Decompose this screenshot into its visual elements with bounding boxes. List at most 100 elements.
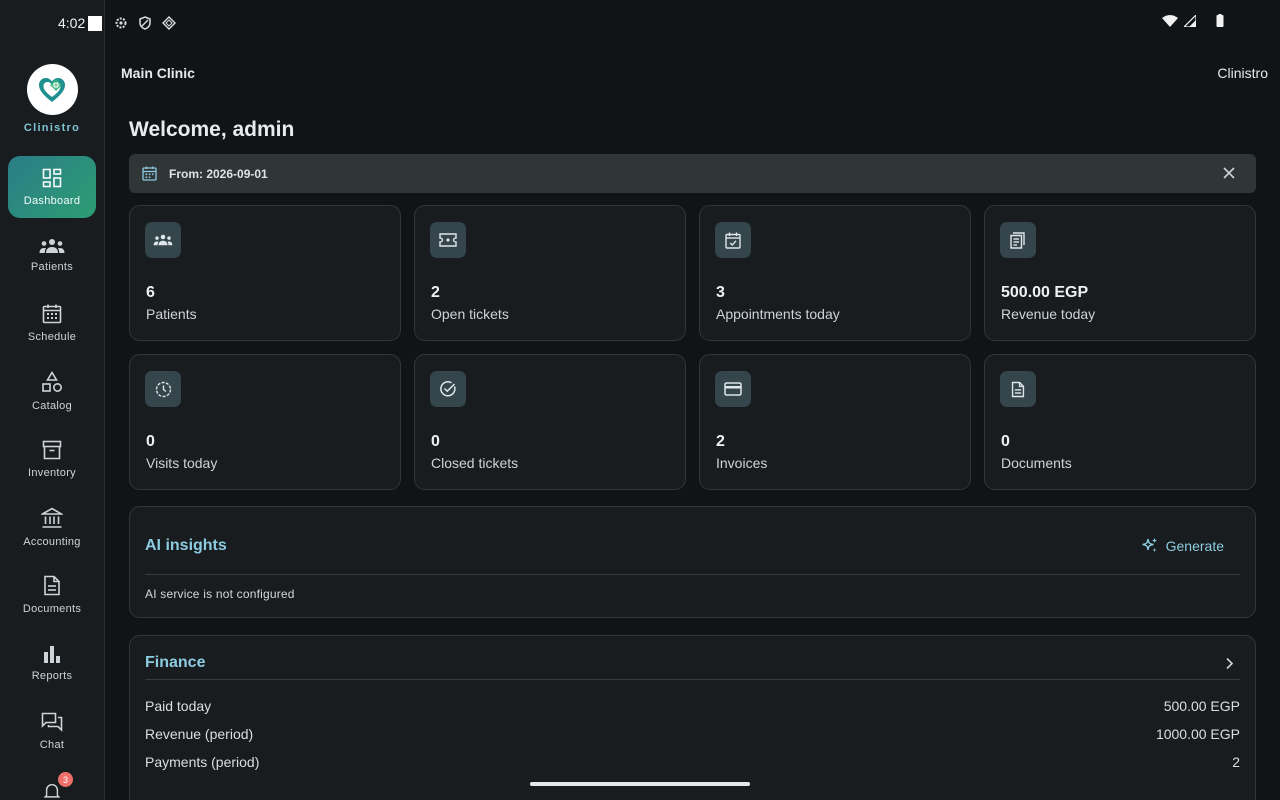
- clinic-selector[interactable]: Main Clinic: [121, 65, 195, 81]
- nav-label-reports: Reports: [31, 669, 73, 682]
- finance-panel[interactable]: Finance Paid today 500.00 EGP Revenue (p…: [129, 635, 1256, 800]
- stat-card-documents[interactable]: 0 Documents: [984, 354, 1256, 490]
- app-title: Clinistro: [1217, 65, 1268, 81]
- calendar-icon: [142, 166, 157, 181]
- nav-label-dashboard: Dashboard: [23, 194, 81, 207]
- stat-label: Closed tickets: [431, 455, 519, 471]
- gesture-home-bar[interactable]: [530, 782, 750, 786]
- divider: [145, 574, 1240, 575]
- stat-card-revenue-today[interactable]: 500.00 EGP Revenue today: [984, 205, 1256, 341]
- finance-row-label: Paid today: [145, 698, 212, 714]
- stat-label: Appointments today: [716, 306, 840, 322]
- nav-item-dashboard[interactable]: Dashboard: [8, 156, 96, 218]
- battery-icon: [1216, 14, 1224, 30]
- stat-card-patients[interactable]: 6 Patients: [129, 205, 401, 341]
- ai-insights-title: AI insights: [145, 537, 227, 554]
- receipt-icon: [1000, 222, 1036, 258]
- people-icon: [39, 238, 65, 253]
- stat-label: Open tickets: [431, 306, 509, 322]
- stat-value: 0: [1001, 433, 1010, 450]
- calendar-grid-icon: [42, 304, 62, 323]
- check-circle-icon: [430, 371, 466, 407]
- stat-card-closed-tickets[interactable]: 0 Closed tickets: [414, 354, 686, 490]
- nav-item-accounting[interactable]: Accounting: [8, 496, 96, 558]
- finance-row-value: 500.00 EGP: [1163, 698, 1240, 714]
- status-time: 4:02: [58, 15, 86, 31]
- finance-row-value: 1000.00 EGP: [1155, 726, 1240, 742]
- nav-item-reports[interactable]: Reports: [8, 632, 96, 694]
- stat-value: 500.00 EGP: [1001, 284, 1089, 301]
- finance-row-label: Payments (period): [145, 754, 260, 770]
- brand-name: Clinistro: [23, 122, 81, 134]
- nav-item-notifications[interactable]: 3: [8, 772, 96, 800]
- nav-label-accounting: Accounting: [23, 535, 81, 548]
- document-icon: [1000, 371, 1036, 407]
- nav-label-documents: Documents: [22, 603, 82, 615]
- dashboard-icon: [42, 168, 62, 187]
- document-icon: [44, 575, 60, 596]
- system-status-bar: 4:02: [0, 0, 1280, 46]
- diamond-icon: [162, 16, 177, 30]
- close-icon[interactable]: [1222, 166, 1236, 180]
- app-root: 4:02 Clinistro Dashboard Patients Schedu…: [0, 0, 1280, 800]
- nav-item-documents[interactable]: Documents: [8, 564, 96, 626]
- nav-label-catalog: Catalog: [31, 399, 72, 412]
- archive-box-icon: [42, 440, 62, 459]
- stat-value: 0: [146, 433, 155, 450]
- ai-insights-panel: AI insights Generate AI service is not c…: [129, 506, 1256, 618]
- stat-value: 2: [716, 433, 725, 450]
- finance-row-paid-today: Paid today 500.00 EGP: [145, 698, 1240, 714]
- divider: [145, 679, 1240, 680]
- calendar-check-icon: [715, 222, 751, 258]
- status-right-group: [1162, 13, 1224, 30]
- shield-icon: [138, 16, 152, 30]
- stat-label: Documents: [1001, 455, 1072, 471]
- stat-label: Invoices: [716, 455, 768, 471]
- notification-badge: 3: [58, 772, 73, 787]
- nav-label-chat: Chat: [39, 738, 65, 751]
- generate-button[interactable]: Generate: [1141, 537, 1224, 554]
- nav-item-chat[interactable]: Chat: [8, 700, 96, 762]
- nav-item-inventory[interactable]: Inventory: [8, 428, 96, 490]
- ticket-icon: [430, 222, 466, 258]
- settings-gear-icon: [114, 16, 128, 30]
- brand: Clinistro: [0, 64, 104, 134]
- nav-item-schedule[interactable]: Schedule: [8, 292, 96, 354]
- wifi-icon: [1162, 14, 1178, 30]
- nav-label-patients: Patients: [30, 260, 74, 273]
- stat-card-invoices[interactable]: 2 Invoices: [699, 354, 971, 490]
- shapes-icon: [42, 370, 63, 392]
- finance-title: Finance: [145, 654, 206, 671]
- sparkle-icon: [1142, 538, 1157, 552]
- stat-value: 6: [146, 284, 155, 301]
- generate-button-label: Generate: [1165, 537, 1224, 554]
- stat-label: Patients: [146, 306, 197, 322]
- finance-row-payments-period: Payments (period) 2: [145, 754, 1240, 770]
- cell-signal-icon: [1182, 13, 1197, 30]
- bank-icon: [41, 507, 63, 528]
- date-filter-label: From: 2026-09-01: [169, 166, 268, 181]
- bar-chart-icon: [44, 645, 60, 663]
- status-indicator: [88, 15, 103, 31]
- app-logo: [26, 64, 78, 115]
- finance-row-revenue-period: Revenue (period) 1000.00 EGP: [145, 726, 1240, 742]
- nav-label-schedule: Schedule: [27, 330, 77, 343]
- bell-icon: [43, 783, 61, 798]
- stat-value: 0: [431, 433, 440, 450]
- page-title: Welcome, admin: [129, 118, 295, 141]
- nav-item-catalog[interactable]: Catalog: [8, 360, 96, 422]
- stat-value: 3: [716, 284, 725, 301]
- chat-icon: [41, 712, 63, 732]
- stat-label: Revenue today: [1001, 306, 1096, 322]
- stat-label: Visits today: [146, 455, 218, 471]
- stat-value: 2: [431, 284, 440, 301]
- people-icon: [145, 222, 181, 258]
- stat-card-appointments-today[interactable]: 3 Appointments today: [699, 205, 971, 341]
- nav-item-patients[interactable]: Patients: [8, 224, 96, 286]
- stat-card-visits-today[interactable]: 0 Visits today: [129, 354, 401, 490]
- clock-icon: [145, 371, 181, 407]
- stat-card-open-tickets[interactable]: 2 Open tickets: [414, 205, 686, 341]
- date-filter-chip[interactable]: From: 2026-09-01: [129, 154, 1256, 193]
- chevron-right-icon[interactable]: [1225, 657, 1234, 670]
- finance-row-value: 2: [1232, 754, 1240, 770]
